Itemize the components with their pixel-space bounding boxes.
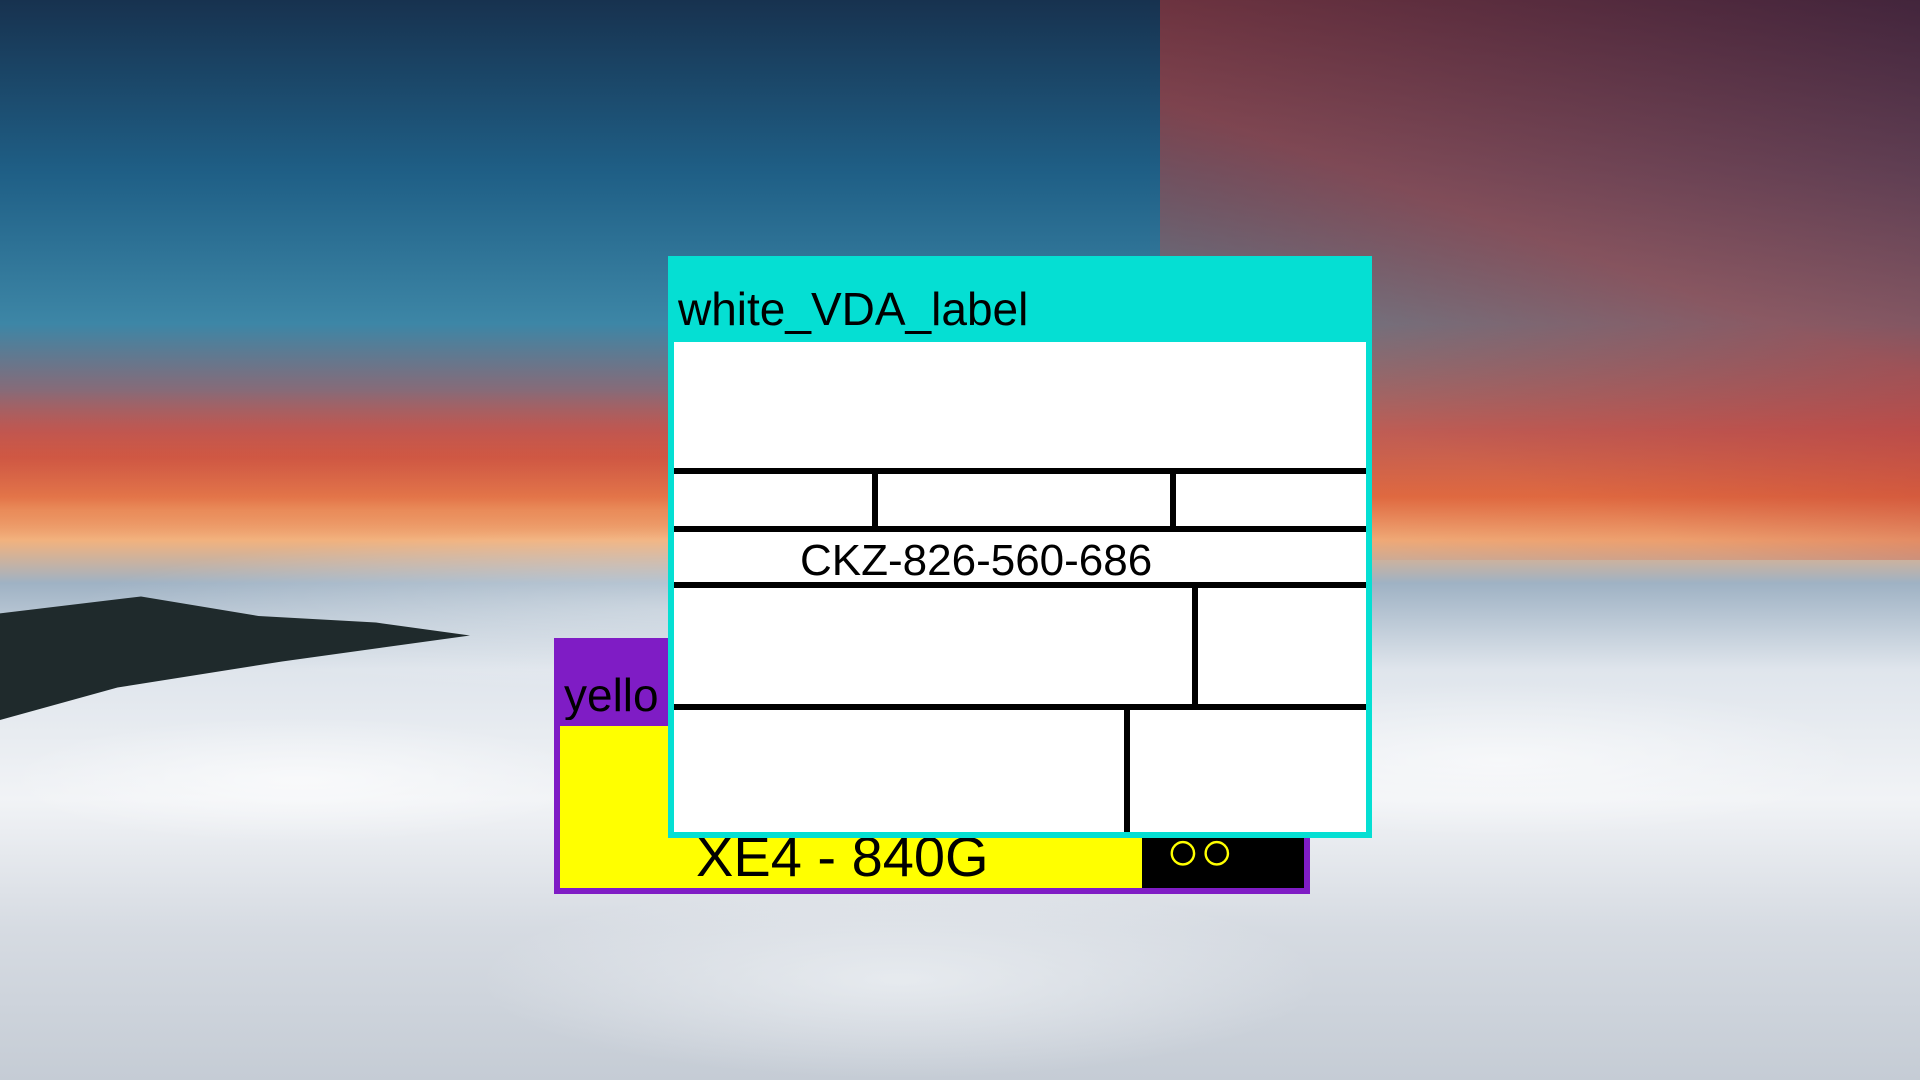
vda-window-titlebar[interactable]: white_VDA_label [668,256,1372,342]
label-rule-2 [674,526,1366,532]
vda-code-text: CKZ-826-560-686 [800,536,1153,585]
label-divider-row5 [1124,704,1130,832]
label-divider-row2-a [872,468,878,532]
sunset-band [0,390,700,540]
vda-window-title: white_VDA_label [678,283,1029,335]
label-divider-row4 [1192,582,1198,710]
vda-label-window[interactable]: white_VDA_label CKZ-826-560-686 [668,256,1372,838]
vda-window-frame: CKZ-826-560-686 [668,342,1372,838]
label-rule-1 [674,468,1366,474]
yellow-window-title: yello [564,669,659,721]
label-divider-row2-b [1170,468,1176,532]
label-rule-4 [674,704,1366,710]
vda-label-sheet: CKZ-826-560-686 [674,342,1366,832]
